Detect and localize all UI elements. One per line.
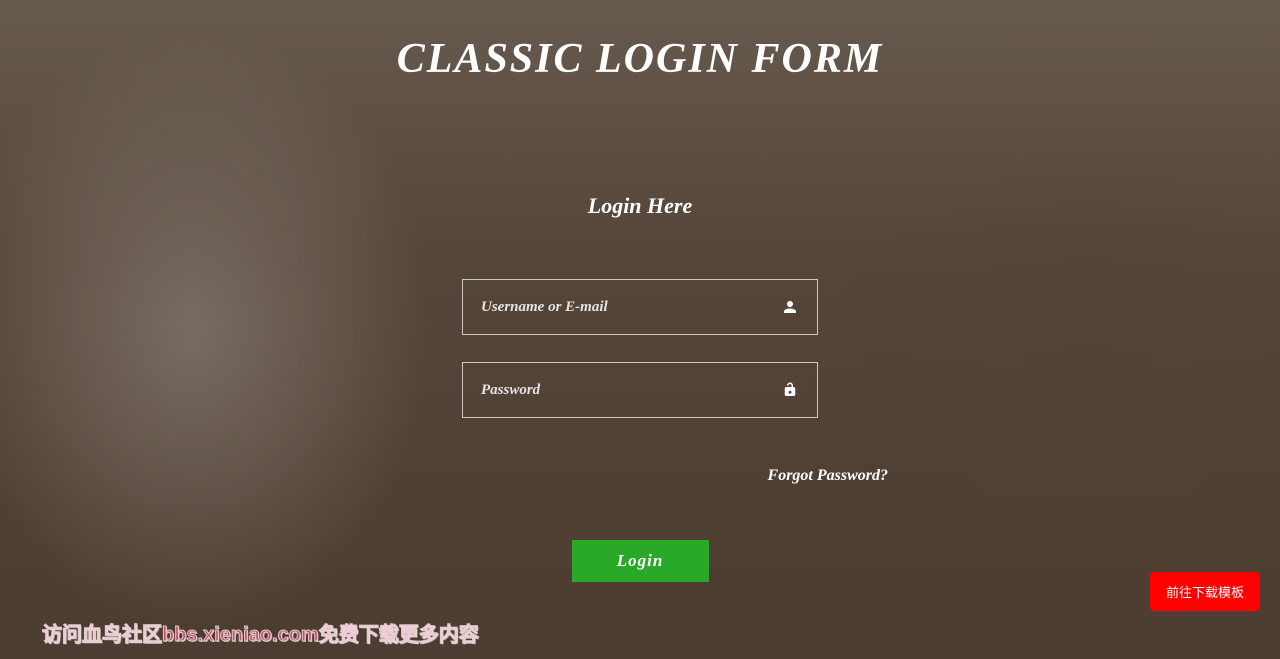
download-template-button[interactable]: 前往下载模板 [1150, 572, 1260, 611]
login-form: Login Here Forgot Password? Login [0, 193, 1280, 582]
form-heading: Login Here [588, 193, 693, 219]
password-field-wrapper[interactable] [462, 362, 818, 418]
password-input[interactable] [481, 382, 781, 399]
username-input[interactable] [481, 299, 781, 316]
login-button[interactable]: Login [572, 540, 709, 582]
page-title: CLASSIC LOGIN FORM [397, 35, 883, 83]
login-container: CLASSIC LOGIN FORM Login Here Forgot Pas… [0, 0, 1280, 582]
username-field-wrapper[interactable] [462, 279, 818, 335]
watermark-text: 访问血鸟社区bbs.xieniao.com免费下载更多内容 [42, 618, 479, 647]
forgot-password-link[interactable]: Forgot Password? [532, 467, 888, 485]
unlock-icon [781, 381, 799, 399]
user-icon [781, 298, 799, 316]
